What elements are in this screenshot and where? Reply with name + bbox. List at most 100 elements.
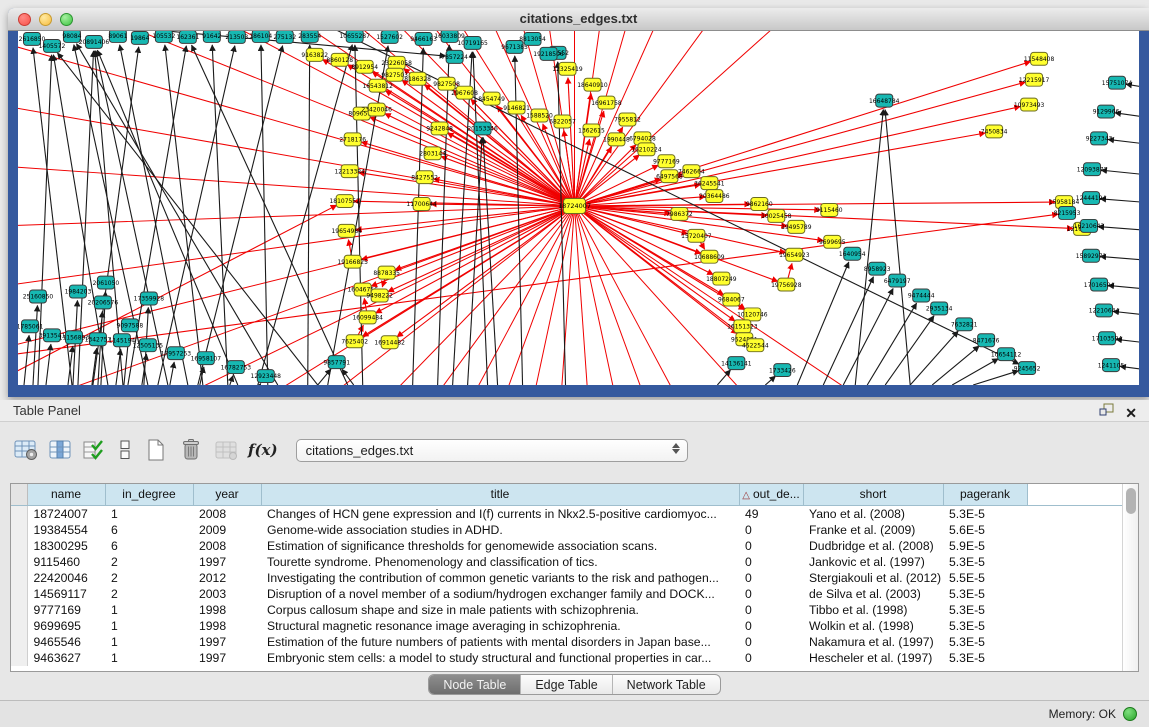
- network-node[interactable]: 89061: [108, 31, 127, 42]
- column-header-year[interactable]: year: [193, 484, 261, 505]
- function-builder-icon[interactable]: f(x): [246, 439, 280, 461]
- network-node[interactable]: 15892971: [1076, 249, 1107, 262]
- table-row[interactable]: 946554611997Estimation of the future num…: [11, 634, 1122, 650]
- network-node[interactable]: 2718176: [339, 133, 366, 146]
- network-node[interactable]: 9466163: [410, 32, 437, 45]
- network-node[interactable]: 186104: [249, 31, 272, 42]
- table-cell[interactable]: Jankovic et al. (1997): [803, 554, 943, 570]
- table-cell[interactable]: 49: [739, 505, 803, 522]
- network-node[interactable]: 19166825: [337, 255, 368, 268]
- network-node[interactable]: 20364486: [699, 190, 730, 203]
- tab-edge-table[interactable]: Edge Table: [521, 675, 612, 694]
- table-cell[interactable]: 5.3E-5: [943, 650, 1027, 666]
- table-cell[interactable]: 5.3E-5: [943, 618, 1027, 634]
- table-cell[interactable]: Stergiakouli et al. (2012): [803, 570, 943, 586]
- network-node[interactable]: 14136141: [721, 357, 752, 370]
- network-node[interactable]: 6479197: [884, 274, 911, 287]
- network-node[interactable]: 1984203: [65, 285, 92, 298]
- table-cell[interactable]: 14569117: [27, 586, 105, 602]
- table-cell[interactable]: 0: [739, 650, 803, 666]
- table-row[interactable]: 977716911998Corpus callosum shape and si…: [11, 602, 1122, 618]
- window-titlebar[interactable]: citations_edges.txt: [8, 8, 1149, 31]
- window-close-button[interactable]: [18, 13, 31, 26]
- table-cell[interactable]: 9115460: [27, 554, 105, 570]
- table-cell[interactable]: Estimation of significance thresholds fo…: [261, 538, 739, 554]
- table-cell[interactable]: Yano et al. (2008): [803, 505, 943, 522]
- table-cell[interactable]: 9463627: [27, 650, 105, 666]
- column-header-title[interactable]: title: [261, 484, 739, 505]
- network-node[interactable]: 18807249: [706, 272, 737, 285]
- table-cell[interactable]: Franke et al. (2009): [803, 522, 943, 538]
- column-header-in_degree[interactable]: in_degree: [105, 484, 193, 505]
- network-node[interactable]: 105532: [152, 31, 175, 42]
- network-node[interactable]: 16151323: [727, 320, 758, 333]
- table-cell[interactable]: 0: [739, 538, 803, 554]
- table-cell[interactable]: 0: [739, 554, 803, 570]
- network-node[interactable]: 9699695: [819, 235, 846, 248]
- network-node[interactable]: 25160850: [23, 290, 54, 303]
- network-node[interactable]: 1145194: [109, 334, 136, 347]
- network-node[interactable]: 10655287: [339, 31, 370, 42]
- table-cell[interactable]: 1: [105, 650, 193, 666]
- table-settings-icon[interactable]: [12, 437, 40, 463]
- network-node[interactable]: 12093877: [1077, 163, 1108, 176]
- table-cell[interactable]: Disruption of a novel member of a sodium…: [261, 586, 739, 602]
- network-node[interactable]: 8454749: [478, 92, 505, 105]
- table-cell[interactable]: Structural magnetic resonance image aver…: [261, 618, 739, 634]
- table-cell[interactable]: Wolkin et al. (1998): [803, 618, 943, 634]
- table-cell[interactable]: 2009: [193, 522, 261, 538]
- network-node[interactable]: 12923448: [251, 370, 282, 383]
- network-node[interactable]: 19864: [130, 31, 149, 44]
- column-header-out_de[interactable]: △out_de...: [739, 484, 803, 505]
- table-cell[interactable]: 19384554: [27, 522, 105, 538]
- network-node[interactable]: 91642: [202, 31, 221, 42]
- table-cell[interactable]: 1998: [193, 602, 261, 618]
- network-node[interactable]: 15751074: [1102, 76, 1133, 89]
- table-cell[interactable]: Estimation of the future numbers of pati…: [261, 634, 739, 650]
- network-node[interactable]: 11700644: [406, 198, 437, 211]
- table-row[interactable]: 911546021997Tourette syndrome. Phenomeno…: [11, 554, 1122, 570]
- network-node[interactable]: 7632821: [951, 318, 978, 331]
- network-node[interactable]: 16648784: [869, 94, 900, 107]
- table-cell[interactable]: 5.9E-5: [943, 538, 1027, 554]
- table-cell[interactable]: 2: [105, 554, 193, 570]
- network-node[interactable]: 12215917: [1019, 73, 1050, 86]
- network-node[interactable]: 9129966: [1093, 105, 1120, 118]
- table-cell[interactable]: 2012: [193, 570, 261, 586]
- table-cell[interactable]: 0: [739, 634, 803, 650]
- network-node[interactable]: 10025458: [761, 209, 792, 222]
- network-node[interactable]: 15720407: [681, 229, 712, 242]
- tab-network-table[interactable]: Network Table: [613, 675, 720, 694]
- network-node[interactable]: 162361: [176, 31, 199, 43]
- delete-icon[interactable]: [176, 435, 206, 465]
- table-cell[interactable]: 2008: [193, 505, 261, 522]
- table-cell[interactable]: 2: [105, 586, 193, 602]
- table-row[interactable]: 1456911722003Disruption of a novel membe…: [11, 586, 1122, 602]
- table-cell[interactable]: Corpus callosum shape and size in male p…: [261, 602, 739, 618]
- table-cell[interactable]: de Silva et al. (2003): [803, 586, 943, 602]
- table-cell[interactable]: Dudbridge et al. (2008): [803, 538, 943, 554]
- table-cell[interactable]: 1: [105, 634, 193, 650]
- window-zoom-button[interactable]: [60, 13, 73, 26]
- table-cell[interactable]: 0: [739, 570, 803, 586]
- network-node[interactable]: 6822057: [549, 115, 576, 128]
- table-row[interactable]: 1938455462009Genome-wide association stu…: [11, 522, 1122, 538]
- network-node[interactable]: 17957253: [161, 347, 192, 360]
- network-node[interactable]: 18107552: [329, 195, 360, 208]
- table-cell[interactable]: Tourette syndrome. Phenomenology and cla…: [261, 554, 739, 570]
- network-node[interactable]: 16099484: [352, 311, 383, 324]
- table-cell[interactable]: 9777169: [27, 602, 105, 618]
- table-cell[interactable]: 1: [105, 602, 193, 618]
- table-cell[interactable]: Genome-wide association studies in ADHD.: [261, 522, 739, 538]
- table-cell[interactable]: 1: [105, 618, 193, 634]
- network-node[interactable]: 16961758: [591, 96, 622, 109]
- network-node[interactable]: 7986372: [666, 208, 693, 221]
- network-node[interactable]: 17016504: [1084, 278, 1115, 291]
- table-scrollbar[interactable]: [1122, 484, 1138, 671]
- table-cell[interactable]: 22420046: [27, 570, 105, 586]
- network-node[interactable]: 9684067: [718, 293, 745, 306]
- table-cell[interactable]: 5.3E-5: [943, 634, 1027, 650]
- table-cell[interactable]: 5.3E-5: [943, 586, 1027, 602]
- table-cell[interactable]: Hescheler et al. (1997): [803, 650, 943, 666]
- network-node[interactable]: 283554: [298, 31, 321, 42]
